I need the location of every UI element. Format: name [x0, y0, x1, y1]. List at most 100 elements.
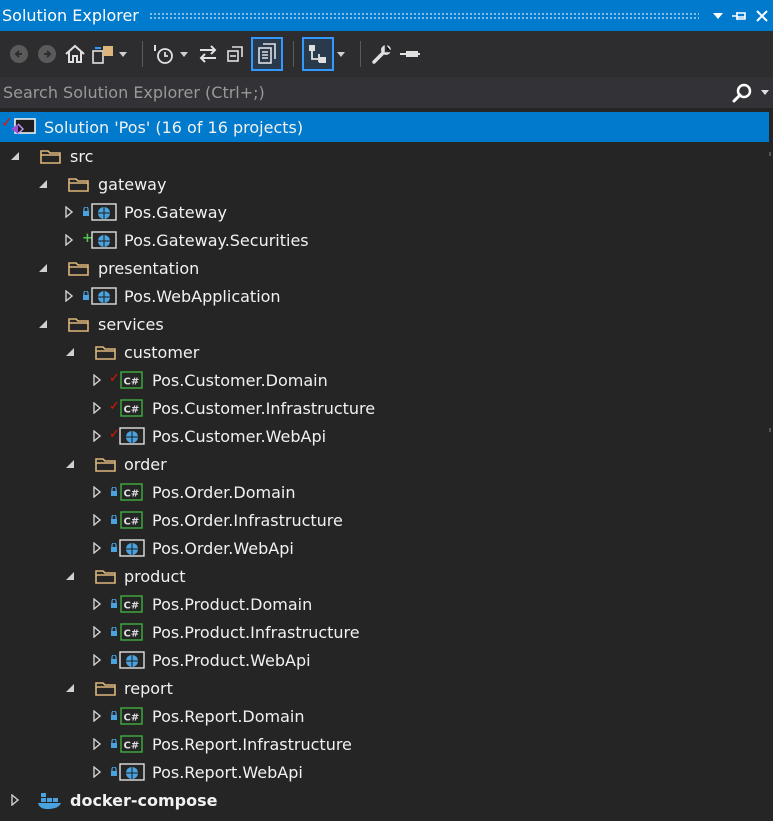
tree-item-folder[interactable]: src — [0, 142, 773, 170]
tree-item-project[interactable]: Pos.Product.WebApi — [0, 646, 773, 674]
tree-item-folder[interactable]: gateway — [0, 170, 773, 198]
tree-item-folder[interactable]: report — [0, 674, 773, 702]
tree-item-project[interactable]: ✓ C# Pos.Customer.Infrastructure — [0, 394, 773, 422]
tree-item-project[interactable]: C# Pos.Order.Domain — [0, 478, 773, 506]
tree-item-project[interactable]: ✓ Pos.Customer.WebApi — [0, 422, 773, 450]
csharp-project-icon: C# — [120, 734, 144, 754]
svg-text:C#: C# — [124, 741, 140, 752]
tree-item-folder[interactable]: services — [0, 310, 773, 338]
folder-icon — [95, 455, 117, 473]
project-label: Pos.Product.Infrastructure — [152, 622, 360, 642]
project-label: Pos.WebApplication — [124, 286, 281, 306]
expanded-arrow-icon[interactable] — [36, 177, 50, 191]
project-label: Pos.Report.Domain — [152, 706, 305, 726]
tree-item-project[interactable]: C# Pos.Report.Domain — [0, 702, 773, 730]
tree-item-project[interactable]: C# Pos.Order.Infrastructure — [0, 506, 773, 534]
expanded-arrow-icon[interactable] — [63, 457, 77, 471]
collapsed-arrow-icon[interactable] — [8, 793, 22, 807]
show-all-files-icon[interactable] — [251, 37, 283, 71]
collapsed-arrow-icon[interactable] — [90, 737, 104, 751]
tree-item-project[interactable]: + Pos.Gateway.Securities — [0, 226, 773, 254]
expanded-arrow-icon[interactable] — [63, 681, 77, 695]
home-icon[interactable] — [62, 39, 88, 69]
folder-label: report — [124, 678, 173, 698]
lock-icon — [110, 654, 118, 667]
tree-item-folder[interactable]: presentation — [0, 254, 773, 282]
collapsed-arrow-icon[interactable] — [90, 401, 104, 415]
collapsed-arrow-icon[interactable] — [90, 485, 104, 499]
expanded-arrow-icon[interactable] — [63, 345, 77, 359]
collapsed-arrow-icon[interactable] — [90, 709, 104, 723]
expanded-arrow-icon[interactable] — [36, 261, 50, 275]
csharp-project-icon: C# — [120, 594, 144, 614]
solution-tree: ✓ Solution 'Pos' (16 of 16 projects) src… — [0, 112, 773, 814]
folder-label: gateway — [98, 174, 167, 194]
title-grip[interactable] — [148, 11, 699, 20]
tree-item-project[interactable]: Pos.Gateway — [0, 198, 773, 226]
folder-icon — [68, 315, 90, 333]
tree-item-folder[interactable]: product — [0, 562, 773, 590]
search-input[interactable] — [0, 77, 727, 108]
pending-changes-filter-icon[interactable] — [151, 39, 177, 69]
forward-icon[interactable] — [34, 39, 60, 69]
collapse-minus-icon[interactable] — [397, 39, 423, 69]
collapsed-arrow-icon[interactable] — [90, 597, 104, 611]
pending-changes-dropdown-icon[interactable] — [179, 39, 189, 69]
web-project-icon — [119, 762, 145, 782]
web-project-icon — [119, 538, 145, 558]
search-options-dropdown-icon[interactable] — [757, 78, 773, 108]
window-options-dropdown-icon[interactable] — [707, 4, 729, 28]
collapsed-arrow-icon[interactable] — [90, 653, 104, 667]
auto-hide-pin-icon[interactable] — [729, 4, 751, 28]
project-label: Pos.Report.Infrastructure — [152, 734, 352, 754]
scrollbar-marker — [769, 428, 771, 432]
tree-item-project[interactable]: Pos.Order.WebApi — [0, 534, 773, 562]
back-icon[interactable] — [6, 39, 32, 69]
collapse-all-icon[interactable] — [223, 39, 249, 69]
tree-item-project[interactable]: ✓ C# Pos.Customer.Domain — [0, 366, 773, 394]
tree-item-project[interactable]: Pos.WebApplication — [0, 282, 773, 310]
tree-item-docker-compose[interactable]: docker-compose — [0, 786, 773, 814]
collapsed-arrow-icon[interactable] — [62, 289, 76, 303]
collapsed-arrow-icon[interactable] — [90, 765, 104, 779]
tree-item-project[interactable]: C# Pos.Product.Infrastructure — [0, 618, 773, 646]
tree-item-project[interactable]: Pos.Report.WebApi — [0, 758, 773, 786]
csharp-project-icon: C# — [120, 510, 144, 530]
project-label: Pos.Customer.WebApi — [152, 426, 327, 446]
project-label: Pos.Order.Infrastructure — [152, 510, 343, 530]
collapsed-arrow-icon[interactable] — [90, 541, 104, 555]
search-icon[interactable] — [727, 78, 757, 108]
tree-item-solution[interactable]: ✓ Solution 'Pos' (16 of 16 projects) — [0, 112, 769, 142]
docker-icon — [37, 790, 63, 810]
csharp-project-icon: C# — [120, 370, 144, 390]
collapsed-arrow-icon[interactable] — [62, 233, 76, 247]
properties-wrench-icon[interactable] — [369, 39, 395, 69]
folder-icon — [95, 567, 117, 585]
expanded-arrow-icon[interactable] — [63, 569, 77, 583]
switch-views-icon[interactable] — [90, 39, 116, 69]
project-label: Pos.Customer.Domain — [152, 370, 328, 390]
switch-views-dropdown-icon[interactable] — [118, 39, 128, 69]
checked-out-icon: ✓ — [109, 399, 120, 414]
checked-out-icon: ✓ — [109, 371, 120, 386]
tree-item-folder[interactable]: customer — [0, 338, 773, 366]
preview-dropdown-icon[interactable] — [336, 39, 346, 69]
folder-icon — [68, 175, 90, 193]
preview-selected-items-icon[interactable] — [302, 37, 334, 71]
svg-text:C#: C# — [124, 713, 140, 724]
tree-item-folder[interactable]: order — [0, 450, 773, 478]
csharp-project-icon: C# — [120, 398, 144, 418]
expanded-arrow-icon[interactable] — [8, 149, 22, 163]
tree-item-project[interactable]: C# Pos.Report.Infrastructure — [0, 730, 773, 758]
collapsed-arrow-icon[interactable] — [90, 429, 104, 443]
title-bar[interactable]: Solution Explorer — [0, 0, 773, 31]
tree-item-project[interactable]: C# Pos.Product.Domain — [0, 590, 773, 618]
collapsed-arrow-icon[interactable] — [90, 625, 104, 639]
expanded-arrow-icon[interactable] — [36, 317, 50, 331]
collapsed-arrow-icon[interactable] — [90, 513, 104, 527]
sync-with-active-document-icon[interactable] — [195, 39, 221, 69]
lock-icon — [110, 626, 118, 639]
close-icon[interactable] — [751, 4, 773, 28]
collapsed-arrow-icon[interactable] — [90, 373, 104, 387]
collapsed-arrow-icon[interactable] — [62, 205, 76, 219]
